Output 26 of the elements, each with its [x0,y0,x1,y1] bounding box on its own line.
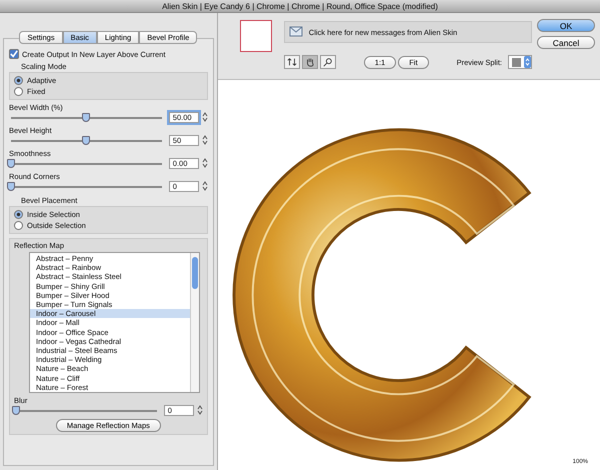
slider-thumb[interactable] [7,182,15,191]
checkbox[interactable] [9,49,19,59]
scrollbar[interactable] [190,253,199,392]
message-icon [288,26,303,38]
slider-thumb[interactable] [12,406,20,416]
search-icon[interactable] [320,55,336,69]
slider-thumb[interactable] [82,113,90,122]
dialog-button[interactable]: OK [537,19,595,32]
stepper-icon[interactable] [202,111,208,123]
radio-button[interactable] [14,87,23,96]
slider-thumb[interactable] [82,136,90,145]
preview-split-dropdown[interactable] [508,55,532,69]
radio-button[interactable] [14,221,23,230]
navigator-thumbnail[interactable] [240,20,272,52]
dialog-button[interactable]: Cancel [537,36,595,49]
radio-button[interactable] [14,76,23,85]
slider-thumb[interactable] [7,159,15,168]
radio-button[interactable] [14,210,23,219]
stepper-icon[interactable] [524,56,531,68]
window-title: Alien Skin | Eye Candy 6 | Chrome | Chrome | Round, Office Space (modified) [162,2,438,10]
move-icon[interactable] [284,55,300,69]
stepper-icon[interactable] [202,180,208,192]
stepper-icon[interactable] [202,157,208,169]
hand-icon[interactable] [302,55,318,69]
stepper-icon[interactable] [196,404,203,416]
stepper-icon[interactable] [202,134,208,146]
